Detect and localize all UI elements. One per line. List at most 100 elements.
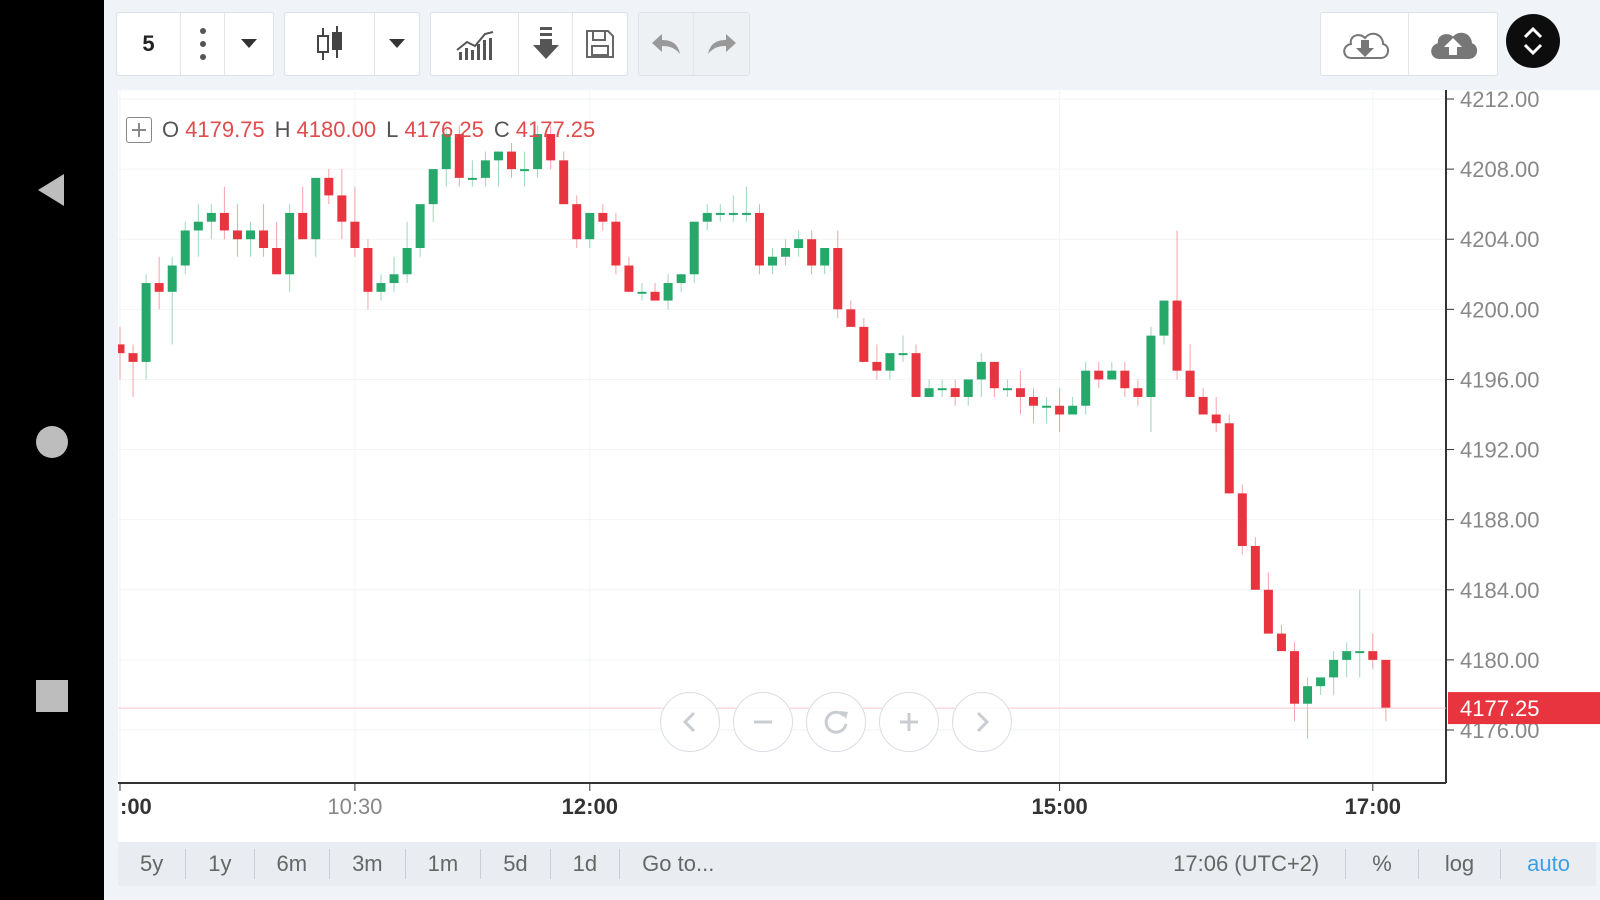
minus-icon <box>754 720 772 724</box>
reset-button[interactable] <box>806 692 866 752</box>
candlestick-icon <box>316 26 342 60</box>
candle-body <box>1368 651 1378 660</box>
home-button[interactable] <box>0 402 104 482</box>
timezone-button[interactable]: 17:06 (UTC+2) <box>1147 849 1347 879</box>
candle-body <box>663 283 673 301</box>
candle-body <box>1159 300 1169 336</box>
chart-area[interactable]: 4212.00 4208.00 4204.00 4200.00 4196.00 4192.… <box>118 90 1600 842</box>
y-tick-label: 4204.00 <box>1460 227 1540 252</box>
range-1d-button[interactable]: 1d <box>551 849 621 879</box>
range-3m-button[interactable]: 3m <box>330 849 406 879</box>
candle-body <box>1198 396 1208 415</box>
candle-body <box>1276 633 1286 652</box>
android-nav-bar <box>0 0 104 900</box>
candle-body <box>1015 388 1025 397</box>
candle-body <box>259 230 269 248</box>
open-label: O <box>162 117 180 142</box>
indicators-button[interactable] <box>431 13 519 75</box>
cloud-load-button[interactable] <box>1321 13 1409 75</box>
x-tick-label: :00 <box>120 794 152 819</box>
scroll-left-button[interactable] <box>660 692 720 752</box>
auto-toggle[interactable]: auto <box>1501 849 1596 879</box>
y-tick-label: 4188.00 <box>1460 508 1540 533</box>
scroll-right-button[interactable] <box>952 692 1012 752</box>
dropdown-icon <box>241 39 257 48</box>
candle-body <box>1042 405 1052 408</box>
candle-body <box>1002 388 1012 391</box>
chart-type-button[interactable] <box>285 13 375 75</box>
chart-type-dropdown-button[interactable] <box>375 13 419 75</box>
range-1y-button[interactable]: 1y <box>186 849 255 879</box>
candle-body <box>1055 405 1065 415</box>
chevron-left-icon <box>682 711 696 733</box>
candle-body <box>898 353 908 356</box>
candle-body <box>924 388 934 397</box>
range-1m-button[interactable]: 1m <box>406 849 482 879</box>
range-5d-button[interactable]: 5d <box>481 849 551 879</box>
candle-body <box>520 169 530 172</box>
undo-button[interactable] <box>639 13 694 75</box>
low-value: 4176.25 <box>404 117 484 142</box>
back-button[interactable] <box>0 150 104 230</box>
log-toggle[interactable]: log <box>1419 849 1502 879</box>
close-value: 4177.25 <box>515 117 596 142</box>
candle-body <box>859 326 869 362</box>
chart-footer: 5y 1y 6m 3m 1m 5d 1d Go to... 17:06 (UTC… <box>118 842 1596 886</box>
candle-body <box>311 177 321 240</box>
candle-body <box>1237 493 1247 546</box>
interval-label: 5 <box>142 31 155 56</box>
candle-body <box>872 361 882 371</box>
chart-toolbar: 5 <box>104 0 1600 90</box>
candle-body <box>206 212 216 222</box>
candle-body <box>572 204 582 240</box>
cloud-save-button[interactable] <box>1409 13 1497 75</box>
candle-body <box>702 212 712 222</box>
candle-body <box>846 309 856 327</box>
back-triangle-icon <box>38 174 64 206</box>
dropdown-icon <box>389 39 405 48</box>
candle-body <box>180 230 190 266</box>
legend-toggle-icon[interactable] <box>126 117 152 143</box>
interval-button[interactable]: 5 <box>117 13 181 75</box>
redo-button[interactable] <box>694 13 749 75</box>
candle-body <box>428 169 438 205</box>
interval-group: 5 <box>116 12 274 76</box>
more-button[interactable] <box>181 13 225 75</box>
candle-body <box>1094 370 1104 380</box>
candle-body <box>1342 651 1352 660</box>
zoom-in-button[interactable] <box>879 692 939 752</box>
zoom-controls <box>660 692 1012 752</box>
candle-body <box>807 239 817 266</box>
x-tick-label: 10:30 <box>327 794 382 819</box>
low-label: L <box>386 117 399 142</box>
interval-dropdown-button[interactable] <box>225 13 273 75</box>
range-5y-button[interactable]: 5y <box>118 849 187 879</box>
download-icon <box>532 27 559 59</box>
candle-body <box>768 256 777 266</box>
candle-body <box>1303 686 1313 704</box>
range-6m-button[interactable]: 6m <box>255 849 331 879</box>
candle-body <box>376 283 386 292</box>
save-button[interactable] <box>573 13 627 75</box>
candle-body <box>637 291 647 294</box>
candle-body <box>1146 335 1156 397</box>
candle-body <box>728 212 738 215</box>
recents-button[interactable] <box>0 656 104 736</box>
high-label: H <box>274 117 291 142</box>
candle-body <box>963 379 973 397</box>
download-button[interactable] <box>519 13 573 75</box>
candle-body <box>128 353 138 362</box>
expand-collapse-button[interactable] <box>1506 14 1560 68</box>
candle-body <box>154 283 164 292</box>
home-circle-icon <box>36 426 68 458</box>
zoom-out-button[interactable] <box>733 692 793 752</box>
candle-body <box>285 212 295 275</box>
go-to-button[interactable]: Go to... <box>620 849 736 879</box>
save-icon <box>586 30 614 58</box>
redo-icon <box>707 34 736 54</box>
cloud-upload-icon <box>1431 32 1477 59</box>
candle-body <box>141 283 151 362</box>
percent-toggle[interactable]: % <box>1346 849 1419 879</box>
undo-icon <box>652 34 680 54</box>
recents-square-icon <box>36 680 68 712</box>
